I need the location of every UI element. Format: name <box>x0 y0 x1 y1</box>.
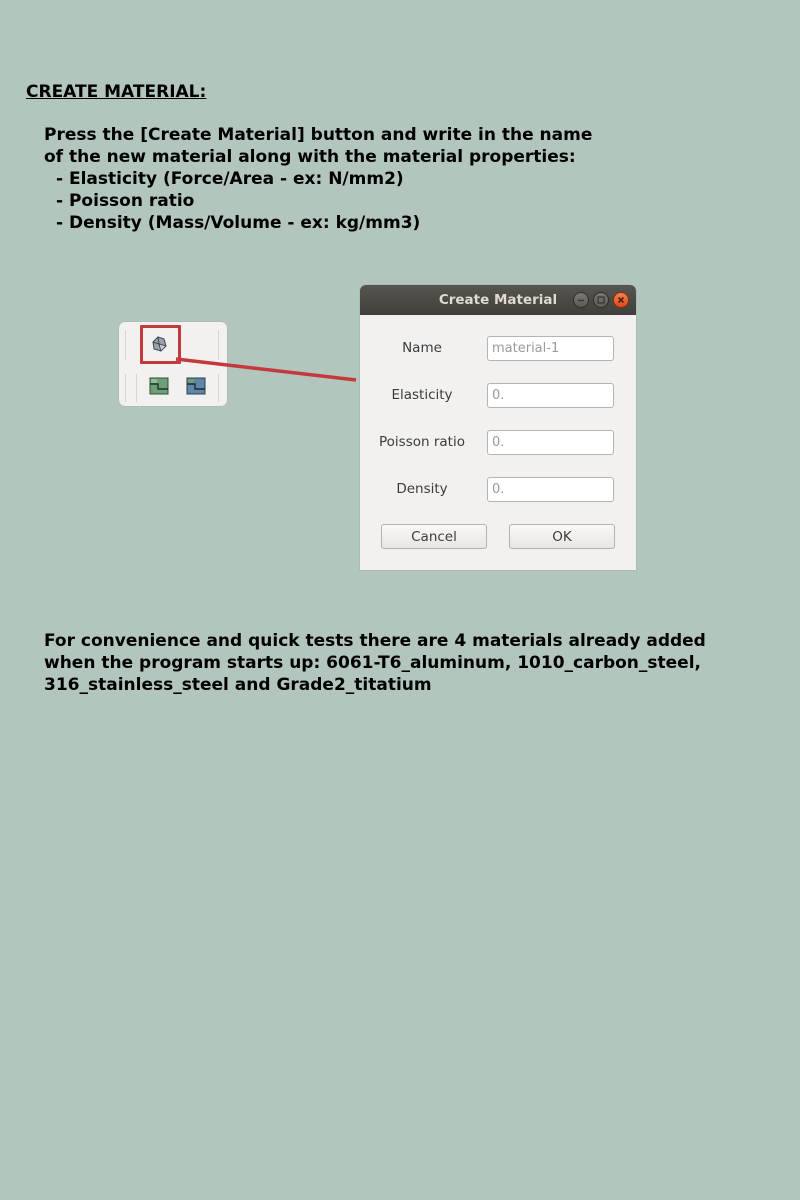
ok-button[interactable]: OK <box>509 524 615 549</box>
toolbar-separator <box>218 330 219 360</box>
density-field[interactable] <box>487 477 614 502</box>
elasticity-field[interactable] <box>487 383 614 408</box>
poisson-ratio-field[interactable] <box>487 430 614 455</box>
close-icon <box>617 296 625 304</box>
name-label: Name <box>402 340 442 356</box>
poisson-ratio-label: Poisson ratio <box>379 434 465 450</box>
create-material-highlight <box>140 325 181 364</box>
density-label: Density <box>396 481 448 497</box>
property-bullet-poisson: - Poisson ratio <box>56 191 195 211</box>
section-heading: CREATE MATERIAL: <box>26 82 207 102</box>
section-icon-blue[interactable] <box>186 377 206 399</box>
footnote-line: For convenience and quick tests there ar… <box>44 631 706 651</box>
minimize-button[interactable] <box>573 292 589 308</box>
name-field[interactable] <box>487 336 614 361</box>
close-button[interactable] <box>613 292 629 308</box>
footnote-text: For convenience and quick tests there ar… <box>44 630 706 696</box>
maximize-icon <box>597 296 605 304</box>
section-icon-green[interactable] <box>149 377 169 399</box>
property-bullet-elasticity: - Elasticity (Force/Area - ex: N/mm2) <box>56 169 404 189</box>
footnote-line: 316_stainless_steel and Grade2_titatium <box>44 675 432 695</box>
toolbar-separator <box>136 374 137 402</box>
maximize-button[interactable] <box>593 292 609 308</box>
footnote-line: when the program starts up: 6061-T6_alum… <box>44 653 701 673</box>
cancel-button[interactable]: Cancel <box>381 524 487 549</box>
toolbar-separator <box>218 374 219 402</box>
elasticity-label: Elasticity <box>391 387 453 403</box>
toolbar-separator <box>125 330 126 360</box>
minimize-icon <box>578 299 584 302</box>
property-bullet-density: - Density (Mass/Volume - ex: kg/mm3) <box>56 213 421 233</box>
create-material-dialog: Create Material Name Elasticity Poisson … <box>360 285 636 570</box>
intro-line: Press the [Create Material] button and w… <box>44 125 593 145</box>
intro-text: Press the [Create Material] button and w… <box>44 124 592 234</box>
toolbar-separator <box>125 374 126 402</box>
intro-line: of the new material along with the mater… <box>44 147 576 167</box>
dialog-titlebar[interactable]: Create Material <box>360 285 636 315</box>
